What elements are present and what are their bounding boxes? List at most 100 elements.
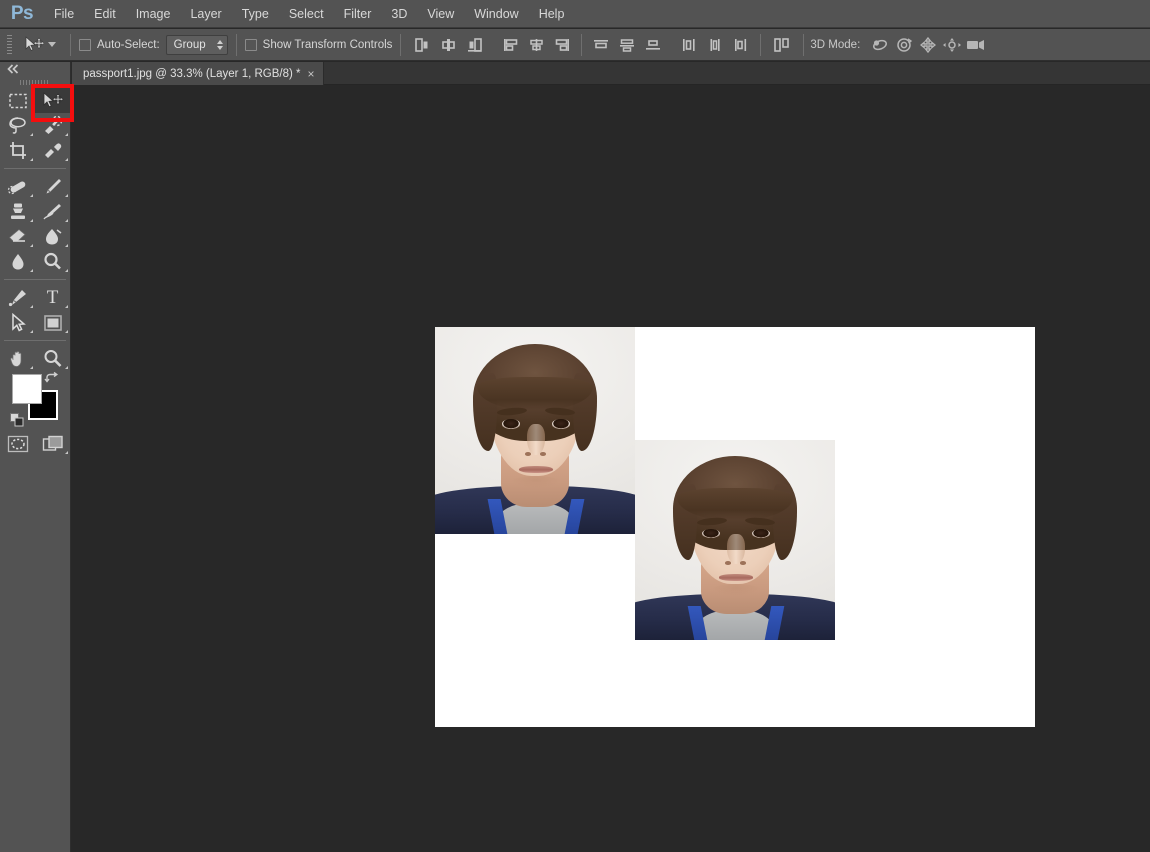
auto-select-group: Auto-Select: Group bbox=[79, 34, 228, 55]
tool-zoom[interactable] bbox=[35, 346, 70, 371]
scale-3d-object-icon[interactable] bbox=[964, 34, 988, 56]
tools-separator-3 bbox=[4, 340, 66, 341]
foreground-color-swatch[interactable] bbox=[12, 374, 42, 404]
options-bar: Auto-Select: Group Show Transform Contro… bbox=[0, 29, 1150, 61]
tool-rectangle[interactable] bbox=[35, 310, 70, 335]
flyout-indicator-icon bbox=[65, 366, 68, 369]
close-icon[interactable]: × bbox=[308, 68, 315, 80]
menu-bar: Ps File Edit Image Layer Type Select Fil… bbox=[0, 0, 1150, 28]
options-bar-grip[interactable] bbox=[2, 29, 16, 61]
distribute-left-edges-button[interactable] bbox=[678, 34, 700, 56]
subject-shirt bbox=[697, 610, 773, 640]
mode-3d-label: 3D Mode: bbox=[810, 38, 861, 51]
distribute-vertical-centers-button[interactable] bbox=[616, 34, 638, 56]
subject-nose bbox=[727, 534, 745, 564]
flyout-indicator-icon bbox=[30, 219, 33, 222]
tool-rectangular-marquee[interactable] bbox=[0, 88, 35, 113]
tool-spot-healing-brush[interactable] bbox=[0, 174, 35, 199]
auto-select-target-value: Group bbox=[173, 38, 206, 51]
canvas-area[interactable] bbox=[71, 86, 1150, 852]
auto-align-layers-button[interactable] bbox=[769, 34, 795, 56]
menu-item-type[interactable]: Type bbox=[232, 0, 279, 28]
tool-change-screen-mode[interactable] bbox=[35, 431, 70, 456]
flyout-indicator-icon bbox=[65, 244, 68, 247]
tool-preset-picker[interactable] bbox=[16, 33, 62, 57]
flyout-indicator-icon bbox=[30, 330, 33, 333]
tool-quick-selection[interactable] bbox=[35, 113, 70, 138]
menu-item-view[interactable]: View bbox=[417, 0, 464, 28]
swap-colors-icon[interactable] bbox=[44, 371, 60, 387]
chevron-down-icon bbox=[48, 42, 56, 47]
flyout-indicator-icon bbox=[65, 451, 68, 454]
tool-pen[interactable] bbox=[0, 285, 35, 310]
align-right-edges-button[interactable] bbox=[463, 34, 485, 56]
show-transform-controls-label: Show Transform Controls bbox=[262, 38, 393, 51]
distribute-bottom-edges-button[interactable] bbox=[642, 34, 664, 56]
show-transform-group: Show Transform Controls bbox=[244, 38, 393, 51]
tool-quick-mask-mode[interactable] bbox=[0, 431, 35, 456]
auto-select-target-dropdown[interactable]: Group bbox=[165, 34, 228, 55]
layer-1-photo[interactable] bbox=[635, 440, 835, 640]
flyout-indicator-icon bbox=[30, 244, 33, 247]
tool-clone-stamp[interactable] bbox=[0, 199, 35, 224]
flyout-indicator-icon bbox=[30, 194, 33, 197]
document-tab-title: passport1.jpg @ 33.3% (Layer 1, RGB/8) * bbox=[83, 67, 301, 80]
tool-blur[interactable] bbox=[0, 249, 35, 274]
tools-panel-collapse-button[interactable] bbox=[0, 62, 70, 76]
distribute-top-edges-button[interactable] bbox=[590, 34, 612, 56]
align-vertical-centers-button[interactable] bbox=[525, 34, 547, 56]
options-separator-4 bbox=[581, 33, 583, 56]
flyout-indicator-icon bbox=[65, 133, 68, 136]
menu-item-layer[interactable]: Layer bbox=[180, 0, 231, 28]
tool-move[interactable] bbox=[35, 88, 70, 113]
show-transform-controls-checkbox[interactable] bbox=[244, 38, 257, 51]
tool-brush[interactable] bbox=[35, 174, 70, 199]
tool-history-brush[interactable] bbox=[35, 199, 70, 224]
menu-item-image[interactable]: Image bbox=[126, 0, 181, 28]
distribute-right-edges-button[interactable] bbox=[730, 34, 752, 56]
options-separator-5 bbox=[760, 33, 762, 56]
subject-nostril-right bbox=[540, 452, 546, 456]
tool-horizontal-type[interactable]: T bbox=[35, 285, 70, 310]
slide-3d-object-icon[interactable] bbox=[940, 34, 964, 56]
auto-select-checkbox[interactable] bbox=[79, 38, 91, 51]
menu-item-filter[interactable]: Filter bbox=[334, 0, 382, 28]
tool-dodge[interactable] bbox=[35, 249, 70, 274]
menu-item-select[interactable]: Select bbox=[279, 0, 334, 28]
auto-select-label: Auto-Select: bbox=[97, 38, 160, 51]
menu-item-3d[interactable]: 3D bbox=[381, 0, 417, 28]
tool-eraser[interactable] bbox=[0, 224, 35, 249]
flyout-indicator-icon bbox=[65, 158, 68, 161]
align-top-edges-button[interactable] bbox=[499, 34, 521, 56]
options-separator-3 bbox=[400, 33, 402, 56]
subject-eye-left bbox=[502, 419, 520, 429]
drag-3d-object-icon[interactable] bbox=[916, 34, 940, 56]
document-tab-passport1[interactable]: passport1.jpg @ 33.3% (Layer 1, RGB/8) *… bbox=[71, 62, 324, 85]
menu-item-file[interactable]: File bbox=[44, 0, 84, 28]
distribute-horizontal-centers-button[interactable] bbox=[704, 34, 726, 56]
subject-eye-right bbox=[552, 419, 570, 429]
tool-hand[interactable] bbox=[0, 346, 35, 371]
tools-separator-1 bbox=[4, 168, 66, 169]
menu-item-edit[interactable]: Edit bbox=[84, 0, 126, 28]
tool-eyedropper[interactable] bbox=[35, 138, 70, 163]
roll-3d-object-icon[interactable] bbox=[892, 34, 916, 56]
flyout-indicator-icon bbox=[30, 305, 33, 308]
stepper-arrows-icon bbox=[216, 39, 223, 50]
align-left-edges-button[interactable] bbox=[411, 34, 433, 56]
align-horizontal-centers-button[interactable] bbox=[437, 34, 459, 56]
menu-item-help[interactable]: Help bbox=[529, 0, 575, 28]
flyout-indicator-icon bbox=[30, 269, 33, 272]
subject-nostril-right bbox=[740, 561, 746, 565]
tool-lasso[interactable] bbox=[0, 113, 35, 138]
menu-item-window[interactable]: Window bbox=[464, 0, 528, 28]
background-photo-layer[interactable] bbox=[435, 327, 635, 534]
tools-panel-grip[interactable] bbox=[0, 76, 70, 88]
tool-gradient[interactable] bbox=[35, 224, 70, 249]
default-colors-icon[interactable] bbox=[10, 413, 24, 427]
tool-path-selection[interactable] bbox=[0, 310, 35, 335]
document-canvas[interactable] bbox=[435, 327, 1035, 727]
align-bottom-edges-button[interactable] bbox=[551, 34, 573, 56]
rotate-3d-object-icon[interactable] bbox=[868, 34, 892, 56]
tool-crop[interactable] bbox=[0, 138, 35, 163]
